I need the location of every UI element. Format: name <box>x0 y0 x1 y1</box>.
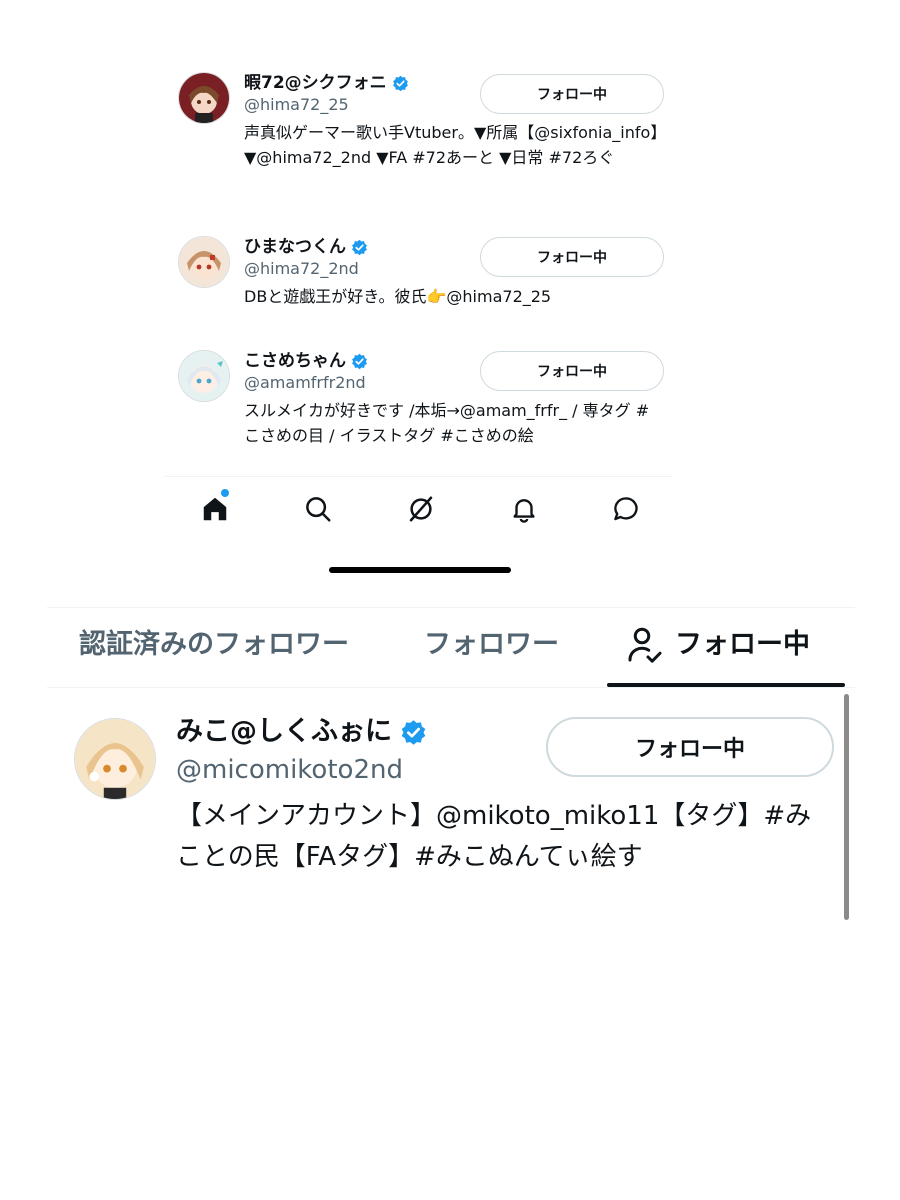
tabs-bottom-divider <box>47 687 855 688</box>
bell-icon[interactable] <box>507 492 541 526</box>
following-button[interactable]: フォロー中 <box>480 237 664 277</box>
user-name-text: 暇72@シクフォニ <box>244 73 387 93</box>
user-handle: @micomikoto2nd <box>176 755 403 785</box>
following-button[interactable]: フォロー中 <box>480 74 664 114</box>
verified-badge-icon <box>401 719 426 745</box>
avatar[interactable] <box>178 72 230 124</box>
user-name-text: ひまなつくん <box>244 237 346 257</box>
verified-badge-icon <box>352 239 367 255</box>
avatar[interactable] <box>178 350 230 402</box>
user-bio: 声真似ゲーマー歌い手Vtuber。▼所属【@sixfonia_info】▼@hi… <box>244 123 659 167</box>
tab-label: 認証済みのフォロワー <box>79 629 349 660</box>
following-button[interactable]: フォロー中 <box>480 351 664 391</box>
tabs-top-divider <box>47 607 855 608</box>
message-icon[interactable] <box>609 492 643 526</box>
user-name-text: こさめちゃん <box>244 351 346 371</box>
avatar[interactable] <box>74 718 156 800</box>
following-button[interactable]: フォロー中 <box>546 717 834 777</box>
tab-verified-followers[interactable]: 認証済みのフォロワー <box>79 618 349 672</box>
notification-dot <box>221 489 229 497</box>
home-icon[interactable] <box>198 492 232 526</box>
user-name-text: みこ@しくふぉに <box>176 716 392 747</box>
person-check-icon <box>628 627 662 663</box>
tab-following[interactable]: フォロー中 <box>627 618 810 672</box>
scrollbar[interactable] <box>844 694 849 920</box>
verified-badge-icon <box>392 75 408 91</box>
tab-label: フォロー中 <box>675 629 810 660</box>
verified-badge-icon <box>352 353 367 369</box>
nav-divider <box>165 476 672 477</box>
user-name: みこ@しくふぉに <box>176 714 427 750</box>
search-icon[interactable] <box>301 492 335 526</box>
avatar[interactable] <box>178 236 230 288</box>
user-bio: DBと遊戯王が好き。彼氏👉@hima72_25 <box>244 287 552 306</box>
home-indicator[interactable] <box>329 567 511 573</box>
user-bio: スルメイカが好きです /本垢→@amam_frfr_ / 専タグ #こさめの目 … <box>244 401 650 445</box>
user-bio: 【メインアカウント】@mikoto_miko11【タグ】#みことの民【FAタグ】… <box>176 801 812 872</box>
tab-label: フォロワー <box>424 629 559 660</box>
tab-followers[interactable]: フォロワー <box>424 618 559 672</box>
grok-icon[interactable] <box>404 492 438 526</box>
